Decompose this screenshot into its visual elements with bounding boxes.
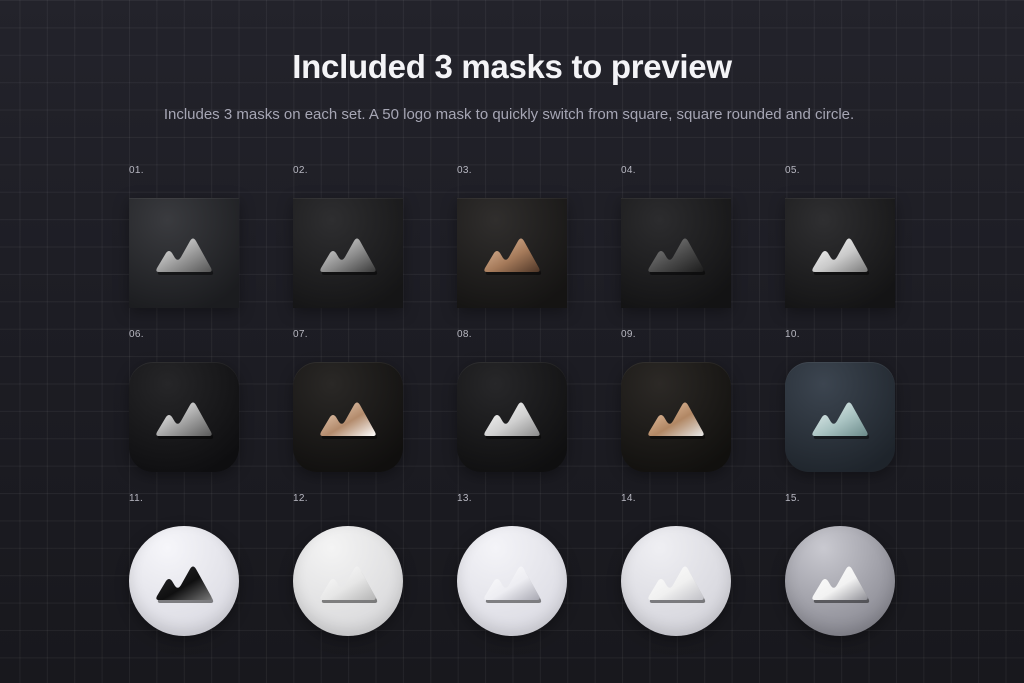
app-icon-square-mask <box>293 198 403 308</box>
tile-number: 06. <box>129 329 144 340</box>
tile-number: 15. <box>785 493 800 504</box>
mountain-logo-icon <box>812 238 870 275</box>
mountain-logo-icon <box>156 566 214 603</box>
preview-tile: 15. <box>785 493 895 636</box>
tile-number: 09. <box>621 329 636 340</box>
app-icon-square-mask <box>457 198 567 308</box>
preview-tile: 11. <box>129 493 239 636</box>
preview-tile: 04. <box>621 165 731 308</box>
mountain-logo-icon <box>320 566 378 603</box>
app-icon-rounded-mask <box>621 362 731 472</box>
app-icon-rounded-mask <box>129 362 239 472</box>
mountain-logo-icon <box>812 402 870 439</box>
preview-tile: 12. <box>293 493 403 636</box>
preview-tile: 03. <box>457 165 567 308</box>
tile-number: 11. <box>129 493 144 504</box>
mountain-logo-icon <box>484 238 542 275</box>
mountain-logo-icon <box>812 566 870 603</box>
app-icon-circle-mask <box>129 526 239 636</box>
tile-number: 08. <box>457 329 472 340</box>
preview-tile: 06. <box>129 329 239 472</box>
mountain-logo-icon <box>484 402 542 439</box>
tile-number: 03. <box>457 165 472 176</box>
tile-number: 10. <box>785 329 800 340</box>
preview-tile: 14. <box>621 493 731 636</box>
preview-tile: 07. <box>293 329 403 472</box>
tile-number: 12. <box>293 493 308 504</box>
app-icon-rounded-mask <box>293 362 403 472</box>
tile-number: 01. <box>129 165 144 176</box>
mountain-logo-icon <box>648 566 706 603</box>
preview-tile: 08. <box>457 329 567 472</box>
app-icon-circle-mask <box>457 526 567 636</box>
tile-number: 04. <box>621 165 636 176</box>
page-subtitle: Includes 3 masks on each set. A 50 logo … <box>163 106 855 123</box>
mountain-logo-icon <box>648 402 706 439</box>
app-icon-circle-mask <box>293 526 403 636</box>
mountain-logo-icon <box>156 402 214 439</box>
tile-number: 14. <box>621 493 636 504</box>
page-title: Included 3 masks to preview <box>292 48 732 85</box>
preview-tile: 13. <box>457 493 567 636</box>
app-icon-square-mask <box>129 198 239 308</box>
tile-number: 02. <box>293 165 308 176</box>
app-icon-rounded-mask <box>457 362 567 472</box>
preview-tile: 01. <box>129 165 239 308</box>
app-icon-circle-mask <box>785 526 895 636</box>
mountain-logo-icon <box>648 238 706 275</box>
mountain-logo-icon <box>484 566 542 603</box>
preview-tile: 05. <box>785 165 895 308</box>
preview-tile: 02. <box>293 165 403 308</box>
mountain-logo-icon <box>156 238 214 275</box>
mountain-logo-icon <box>320 402 378 439</box>
mountain-logo-icon <box>320 238 378 275</box>
tile-number: 13. <box>457 493 472 504</box>
tile-number: 07. <box>293 329 308 340</box>
preview-tile: 09. <box>621 329 731 472</box>
tile-number: 05. <box>785 165 800 176</box>
app-icon-circle-mask <box>621 526 731 636</box>
app-icon-square-mask <box>785 198 895 308</box>
preview-tile: 10. <box>785 329 895 472</box>
app-icon-square-mask <box>621 198 731 308</box>
app-icon-rounded-mask <box>785 362 895 472</box>
